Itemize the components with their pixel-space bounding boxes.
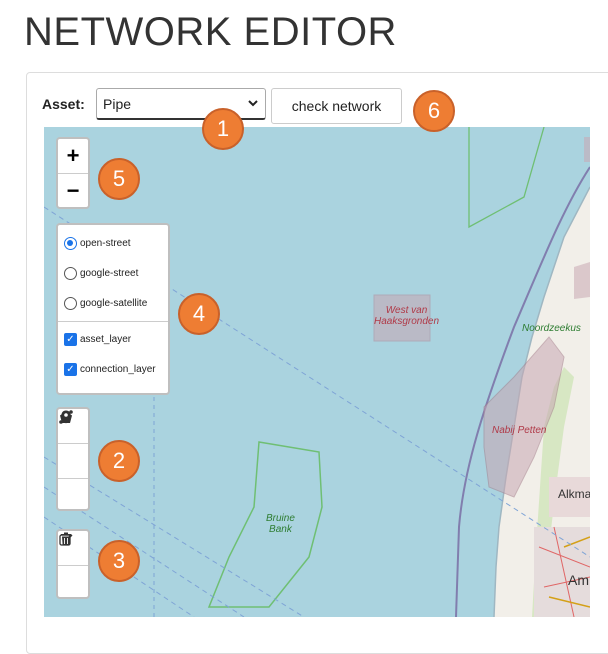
map-label-noordzeekust: Noordzeekus (522, 323, 581, 334)
callout-4: 4 (178, 293, 220, 335)
checkbox-checked-icon[interactable]: ✓ (64, 333, 77, 346)
radio-icon[interactable] (64, 267, 77, 280)
layers-divider (58, 321, 168, 322)
callout-5: 5 (98, 158, 140, 200)
radio-selected-icon[interactable] (64, 237, 77, 250)
check-network-button[interactable]: check network (271, 88, 402, 124)
asset-select-value: Pipe (103, 96, 132, 112)
layer-option-google-satellite[interactable]: google-satellite (64, 297, 147, 310)
layers-control: open-street google-street google-satelli… (56, 223, 170, 395)
layer-label: google-street (80, 268, 139, 279)
callout-6: 6 (413, 90, 455, 132)
layer-option-connection-layer[interactable]: ✓ connection_layer (64, 363, 156, 376)
map-label-alkmaar: Alkma (558, 487, 590, 501)
zoom-control: + − (56, 137, 90, 209)
layer-option-asset-layer[interactable]: ✓ asset_layer (64, 333, 131, 346)
delete-layers-button[interactable] (58, 532, 88, 600)
draw-toolbar (56, 407, 90, 511)
zoom-in-button[interactable]: + (58, 139, 88, 173)
layer-label: open-street (80, 238, 131, 249)
layer-label: google-satellite (80, 298, 148, 309)
layer-label: connection_layer (80, 364, 156, 375)
callout-2: 2 (98, 440, 140, 482)
asset-select[interactable]: Pipe (96, 88, 266, 120)
edit-toolbar (56, 529, 90, 599)
zoom-out-button[interactable]: − (58, 173, 88, 208)
draw-polygon-button[interactable] (58, 411, 88, 478)
callout-3: 3 (98, 540, 140, 582)
layer-label: asset_layer (80, 334, 132, 345)
map-label-bruine-bank: Bruine Bank (266, 513, 295, 535)
map-label-nabij-petten: Nabij Petten (492, 425, 547, 436)
map-label-amsterdam: Am (568, 572, 589, 588)
marker-icon (61, 410, 71, 424)
radio-icon[interactable] (64, 297, 77, 310)
callout-1: 1 (202, 108, 244, 150)
draw-marker-button[interactable] (58, 410, 88, 513)
map-label-west-van-haaksgronden: West van Haaksgronden (374, 305, 440, 327)
checkbox-checked-icon[interactable]: ✓ (64, 363, 77, 376)
chevron-down-icon (247, 94, 259, 117)
trash-icon (61, 532, 71, 546)
layer-option-open-street[interactable]: open-street (64, 237, 131, 250)
layer-option-google-street[interactable]: google-street (64, 267, 138, 280)
page-title: NETWORK EDITOR (24, 10, 397, 54)
asset-label: Asset: (42, 96, 85, 112)
